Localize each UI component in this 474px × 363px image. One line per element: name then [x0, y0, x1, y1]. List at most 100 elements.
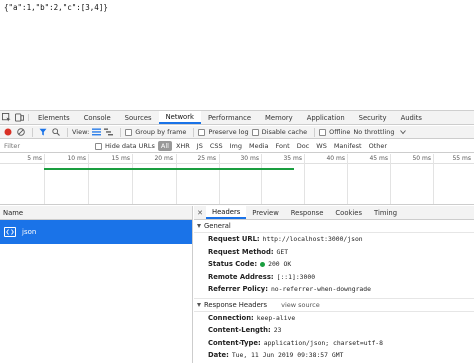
group-by-frame-checkbox[interactable]	[125, 128, 133, 136]
header-value: keep-alive	[256, 313, 296, 322]
tick-label: 20 ms	[154, 155, 173, 162]
view-label: View:	[72, 128, 90, 136]
search-icon[interactable]	[50, 127, 61, 138]
filter-input[interactable]	[0, 140, 95, 152]
tab-audits[interactable]: Audits	[394, 111, 429, 124]
status-code-row: Status Code: 200 OK	[194, 258, 474, 271]
header-key: Date:	[208, 351, 229, 360]
chevron-down-icon[interactable]	[397, 127, 408, 138]
large-rows-icon[interactable]	[92, 128, 102, 136]
connection-row: Connection: keep-alive	[194, 312, 474, 325]
tab-elements[interactable]: Elements	[31, 111, 77, 124]
header-value: application/json; charset=utf-8	[263, 338, 383, 347]
response-headers-title: Response Headers	[204, 300, 268, 309]
device-toolbar-icon[interactable]	[13, 111, 26, 124]
clear-icon[interactable]	[15, 127, 26, 138]
header-key: Status Code:	[208, 260, 258, 269]
filter-type-doc[interactable]: Doc	[294, 141, 313, 151]
page-viewport: {"a":1,"b":2,"c":[3,4]}	[0, 0, 474, 110]
general-title: General	[204, 222, 231, 230]
offline-checkbox[interactable]	[319, 128, 327, 136]
header-value: Tue, 11 Jun 2019 09:38:57 GMT	[231, 351, 344, 360]
header-key: Remote Address:	[208, 272, 274, 281]
tick-line	[132, 154, 133, 204]
tick-line	[44, 154, 45, 204]
record-icon[interactable]	[2, 127, 13, 138]
response-headers-section-header[interactable]: Response Headers view source	[194, 299, 474, 312]
inspect-element-icon[interactable]	[0, 111, 13, 124]
close-icon[interactable]: ✕	[194, 206, 206, 219]
network-toolbar: View: Group by frame Preserve log Disabl…	[0, 126, 474, 139]
tick-label: 50 ms	[412, 155, 431, 162]
filter-type-css[interactable]: CSS	[207, 141, 226, 151]
header-key: Content-Length:	[208, 326, 271, 335]
tab-headers[interactable]: Headers	[206, 206, 247, 219]
requests-list: Name json	[0, 206, 193, 363]
header-value: 200 OK	[268, 260, 292, 269]
tab-memory[interactable]: Memory	[258, 111, 300, 124]
filter-type-media[interactable]: Media	[246, 141, 272, 151]
disable-cache-checkbox[interactable]	[251, 128, 259, 136]
status-ok-icon	[260, 261, 266, 267]
general-section-header[interactable]: General	[194, 220, 474, 233]
date-row: Date: Tue, 11 Jun 2019 09:38:57 GMT	[194, 349, 474, 362]
tab-preview[interactable]: Preview	[246, 206, 284, 219]
header-key: Request URL:	[208, 235, 260, 244]
tick-line	[433, 154, 434, 204]
tick-label: 30 ms	[240, 155, 259, 162]
tab-console[interactable]: Console	[77, 111, 118, 124]
waterfall-overview-icon[interactable]	[104, 128, 114, 136]
network-overview[interactable]: 5 ms 10 ms 15 ms 20 ms 25 ms 30 ms 35 ms…	[0, 154, 474, 205]
filter-bar: Hide data URLs All XHR JS CSS Img Media …	[0, 140, 474, 153]
hide-data-urls-checkbox[interactable]	[95, 142, 102, 150]
json-body-text: {"a":1,"b":2,"c":[3,4]}	[4, 3, 108, 12]
expand-triangle-icon	[197, 302, 201, 307]
view-source-link[interactable]: view source	[281, 301, 320, 309]
filter-type-other[interactable]: Other	[366, 141, 390, 151]
filter-type-img[interactable]: Img	[227, 141, 245, 151]
disable-cache-label: Disable cache	[261, 128, 308, 136]
filter-type-xhr[interactable]: XHR	[173, 141, 193, 151]
toolbar-divider	[67, 127, 68, 137]
toolbar-divider	[314, 127, 316, 137]
tick-label: 45 ms	[369, 155, 388, 162]
tick-line	[219, 154, 220, 204]
tick-line	[304, 154, 305, 204]
column-header-name[interactable]: Name	[0, 206, 192, 220]
tick-line	[88, 154, 89, 204]
request-details: ✕ Headers Preview Response Cookies Timin…	[194, 206, 474, 363]
content-type-row: Content-Type: application/json; charset=…	[194, 337, 474, 350]
request-url-row: Request URL: http://localhost:3000/json	[194, 233, 474, 246]
tab-security[interactable]: Security	[352, 111, 394, 124]
tick-label: 10 ms	[67, 155, 86, 162]
tab-sources[interactable]: Sources	[118, 111, 159, 124]
filter-type-ws[interactable]: WS	[313, 141, 330, 151]
preserve-log-checkbox[interactable]	[198, 128, 206, 136]
filter-type-manifest[interactable]: Manifest	[331, 141, 365, 151]
preserve-log-label: Preserve log	[208, 128, 249, 136]
tab-response[interactable]: Response	[285, 206, 330, 219]
throttling-select[interactable]: No throttling	[353, 128, 394, 136]
tab-performance[interactable]: Performance	[201, 111, 258, 124]
request-row[interactable]: json	[0, 220, 192, 244]
referrer-policy-row: Referrer Policy: no-referrer-when-downgr…	[194, 283, 474, 296]
hide-data-urls-label: Hide data URLs	[105, 142, 155, 150]
header-value: GET	[276, 247, 289, 256]
group-by-frame-label: Group by frame	[135, 128, 187, 136]
tab-application[interactable]: Application	[300, 111, 352, 124]
tick-label: 15 ms	[111, 155, 130, 162]
filter-type-all[interactable]: All	[157, 141, 172, 151]
filter-icon[interactable]	[37, 127, 48, 138]
tab-timing[interactable]: Timing	[368, 206, 403, 219]
header-key: Content-Type:	[208, 338, 261, 347]
tick-label: 25 ms	[197, 155, 216, 162]
tab-cookies[interactable]: Cookies	[329, 206, 368, 219]
header-value: [::1]:3000	[276, 272, 316, 281]
header-value: 23	[273, 326, 282, 335]
filter-type-js[interactable]: JS	[194, 141, 206, 151]
tab-network[interactable]: Network	[158, 111, 201, 124]
header-key: Request Method:	[208, 247, 274, 256]
tick-label: 5 ms	[27, 155, 42, 162]
filter-type-font[interactable]: Font	[273, 141, 293, 151]
header-value: http://localhost:3000/json	[262, 235, 363, 244]
